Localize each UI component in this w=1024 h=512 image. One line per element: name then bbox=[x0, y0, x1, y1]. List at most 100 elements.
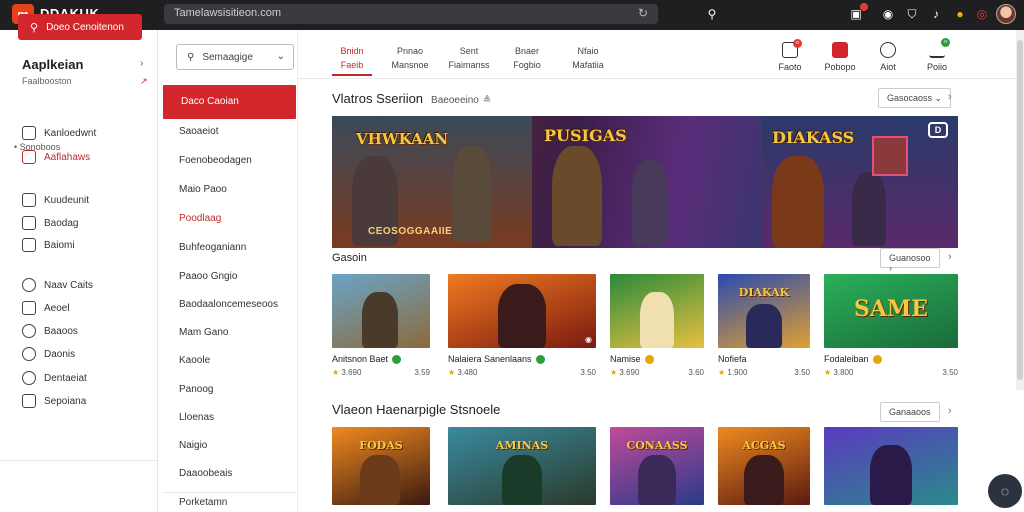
game-card[interactable]: Namise ★ 3.690 3.60 bbox=[610, 274, 704, 377]
featured-hero-banner[interactable]: VHWKAAN PUSIGAS DIAKASS CEOSOGGAAIIE D bbox=[332, 116, 958, 248]
chat-icon: ◌ bbox=[1000, 483, 1010, 499]
category-item[interactable]: Porketamn bbox=[179, 497, 227, 508]
sidebar-item-baodag[interactable]: Baodag bbox=[22, 216, 78, 230]
sidebar-item-kuudeunit[interactable]: Kuudeunit bbox=[22, 193, 89, 207]
sort-dropdown[interactable]: Gasocaoss ⌄ bbox=[878, 88, 952, 108]
sidebar-item-aaflahaws[interactable]: Aaflahaws bbox=[22, 150, 90, 164]
sidebar-item-baiomi[interactable]: Baiomi bbox=[22, 238, 75, 252]
thumbnail-character bbox=[870, 445, 912, 505]
reload-icon[interactable]: ↻ bbox=[638, 6, 648, 20]
sort-dropdown[interactable]: Guanosoo › bbox=[880, 248, 940, 273]
game-title[interactable]: Fodaleiban bbox=[824, 354, 958, 364]
search-icon[interactable]: ⚲ bbox=[704, 6, 720, 22]
shield-icon[interactable]: ⛉ bbox=[904, 6, 920, 22]
game-title[interactable]: Nofiefa bbox=[718, 354, 810, 364]
tag-icon bbox=[22, 324, 36, 338]
help-chat-button[interactable]: ◌ bbox=[988, 474, 1022, 508]
address-bar[interactable]: Tamelawsisitieon.com ↻ bbox=[164, 4, 658, 24]
game-thumbnail[interactable] bbox=[610, 274, 704, 348]
action-label: Poiio bbox=[926, 62, 947, 72]
game-card[interactable]: Anitsnon Baet ★ 3.690 3.59 bbox=[332, 274, 430, 377]
game-thumbnail[interactable]: CONAASS bbox=[610, 427, 704, 505]
game-thumbnail[interactable]: ◉ bbox=[448, 274, 596, 348]
action-label: Faoto bbox=[778, 62, 802, 72]
category-select[interactable]: ⚲ Semaagige ⌄ bbox=[176, 44, 294, 70]
hero-badge: D bbox=[928, 122, 948, 138]
section-title-popular: Vlaeon Haenarpigle Stsnoele bbox=[332, 402, 501, 417]
game-thumbnail[interactable]: DIAKAK bbox=[718, 274, 810, 348]
screen-icon: o bbox=[782, 39, 802, 58]
globe-icon[interactable]: ◉ bbox=[880, 6, 896, 22]
chevron-right-icon[interactable]: › bbox=[948, 405, 952, 417]
game-title[interactable]: Anitsnon Baet bbox=[332, 354, 430, 364]
gift-icon bbox=[22, 301, 36, 315]
sidebar-item-label: Dentaeiat bbox=[44, 372, 87, 384]
category-item[interactable]: Baodaaloncemeseoos bbox=[179, 299, 278, 310]
pin-icon bbox=[22, 278, 36, 292]
create-button[interactable]: ⚲ Doeo Cenoitenon bbox=[18, 14, 142, 40]
game-thumbnail[interactable] bbox=[824, 427, 958, 505]
scrollbar-thumb[interactable] bbox=[1017, 40, 1023, 380]
chevron-right-icon[interactable]: › bbox=[948, 91, 952, 103]
tab-fogbio[interactable]: Bnaer Fogbio bbox=[508, 44, 546, 72]
game-card[interactable] bbox=[824, 427, 958, 505]
category-item[interactable]: Lloenas bbox=[179, 412, 214, 423]
category-item[interactable]: Naigio bbox=[179, 440, 207, 451]
category-item[interactable]: Daaoobeais bbox=[179, 468, 232, 479]
category-item[interactable]: Kaoole bbox=[179, 355, 210, 366]
category-item[interactable]: Saoaeiot bbox=[179, 126, 218, 137]
bell-icon[interactable]: ♪ bbox=[928, 6, 944, 22]
game-card[interactable]: SAME Fodaleiban ★ 3.800 3.50 bbox=[824, 274, 958, 377]
url-text: Tamelawsisitieon.com bbox=[174, 7, 281, 19]
action-faoto[interactable]: o Faoto bbox=[776, 39, 804, 72]
category-item[interactable]: Paaoo Gngio bbox=[179, 271, 237, 282]
sidebar-item-kanloedwnt[interactable]: Kanloedwnt bbox=[22, 126, 96, 140]
game-thumbnail[interactable]: AMINAS bbox=[448, 427, 596, 505]
tab-faeib[interactable]: Bnidn Faeib bbox=[334, 44, 370, 72]
tab-sublabel: Mafatiia bbox=[572, 60, 604, 70]
game-card[interactable]: ◉ Nalaiera Sanenlaans ★ 3.480 3.50 bbox=[448, 274, 596, 377]
info-icon[interactable]: ≗ bbox=[483, 95, 491, 106]
thumbnail-character bbox=[360, 455, 400, 505]
sidebar-item-daonis[interactable]: Daonis bbox=[22, 347, 75, 361]
game-title[interactable]: Namise bbox=[610, 354, 704, 364]
game-thumbnail[interactable] bbox=[332, 274, 430, 348]
category-item[interactable]: Buhfeoganiann bbox=[179, 242, 246, 253]
action-pobopo[interactable]: Pobopo bbox=[822, 42, 858, 72]
coin-icon[interactable]: ● bbox=[952, 6, 968, 22]
sidebar-item-aeoel[interactable]: Aeoel bbox=[22, 301, 70, 315]
sidebar-item-baaoos[interactable]: Baaoos bbox=[22, 324, 78, 338]
user-avatar[interactable] bbox=[996, 4, 1016, 24]
thumbnail-character bbox=[640, 292, 674, 348]
tab-mafatiia[interactable]: Nfaio Mafatiia bbox=[564, 44, 612, 72]
game-card[interactable]: CONAASS bbox=[610, 427, 704, 505]
game-card[interactable]: DIAKAK Nofiefa ★ 1.900 3.50 bbox=[718, 274, 810, 377]
tab-fiaimanss[interactable]: Sent Fiaimanss bbox=[446, 44, 492, 72]
category-item[interactable]: Foenobeodagen bbox=[179, 155, 252, 166]
category-item[interactable]: Daco Caoian bbox=[163, 85, 296, 119]
game-thumbnail[interactable]: ACGAS bbox=[718, 427, 810, 505]
tab-mansnoe[interactable]: Pnnao Mansnoe bbox=[388, 44, 432, 72]
category-item[interactable]: Mam Gano bbox=[179, 327, 228, 338]
game-title[interactable]: Nalaiera Sanenlaans bbox=[448, 354, 596, 364]
record-icon[interactable]: ◎ bbox=[974, 6, 990, 22]
chevron-right-icon[interactable]: › bbox=[140, 58, 143, 69]
gift-icon[interactable]: ▣ bbox=[848, 3, 868, 22]
sidebar-item-sepoiana[interactable]: Sepoiana bbox=[22, 394, 86, 408]
cart-icon bbox=[22, 216, 36, 230]
game-thumbnail[interactable]: SAME bbox=[824, 274, 958, 348]
sidebar-item-dentaeiat[interactable]: Dentaeiat bbox=[22, 371, 87, 385]
category-item[interactable]: Panoog bbox=[179, 384, 213, 395]
thumbnail-character bbox=[362, 292, 398, 348]
category-item[interactable]: Poodlaag bbox=[179, 213, 221, 224]
sidebar-item-naav-caits[interactable]: Naav Caits bbox=[22, 278, 93, 292]
game-card[interactable]: AMINAS bbox=[448, 427, 596, 505]
action-poiio[interactable]: o Poiio bbox=[924, 38, 950, 72]
category-item[interactable]: Maio Paoo bbox=[179, 184, 227, 195]
sort-dropdown[interactable]: Ganaaoos bbox=[880, 402, 940, 422]
chevron-right-icon[interactable]: › bbox=[948, 251, 952, 263]
game-card[interactable]: FODAS bbox=[332, 427, 430, 505]
game-thumbnail[interactable]: FODAS bbox=[332, 427, 430, 505]
action-aiot[interactable]: Aiot bbox=[876, 42, 900, 72]
game-card[interactable]: ACGAS bbox=[718, 427, 810, 505]
